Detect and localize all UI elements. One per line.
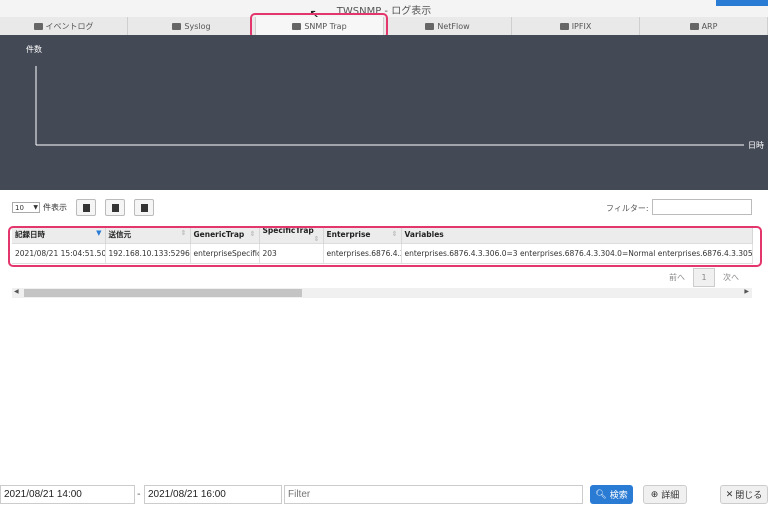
excel-export-button[interactable] (134, 199, 154, 216)
close-label: 閉じる (735, 491, 763, 501)
scrollbar-thumb[interactable] (24, 289, 302, 297)
tab-ipfix[interactable]: IPFIX (512, 17, 640, 35)
scroll-right-icon[interactable]: ▶ (744, 288, 749, 295)
csv-file-icon (111, 203, 119, 212)
table-filter-input[interactable] (652, 199, 752, 215)
table-toolbar: 10 ▼ 件表示 (12, 199, 154, 216)
copy-icon (82, 203, 90, 212)
window-control-button[interactable] (716, 0, 768, 6)
zoom-icon: ⊕ (650, 489, 659, 500)
filter-label: フィルター: (606, 204, 649, 213)
chart-axes (35, 66, 744, 146)
tab-label: イベントログ (45, 21, 94, 31)
database-icon (172, 22, 182, 30)
bottom-bar: - 🔍︎ 検索 ⊕ 詳細 ✕ 閉じる (0, 482, 768, 507)
table-icon (33, 22, 43, 30)
start-time-field[interactable] (0, 485, 135, 504)
sitemap-icon (425, 22, 435, 30)
sitemap-icon (689, 22, 699, 30)
sitemap-icon (559, 22, 569, 30)
page-size-value: 10 (15, 203, 24, 212)
search-icon: 🔍︎ (595, 489, 607, 500)
page-number-button[interactable]: 1 (693, 268, 715, 287)
table-highlight-annotation (8, 226, 762, 267)
trap-count-chart: 件数 日時 (0, 35, 768, 190)
range-dash: - (137, 489, 141, 500)
tab-label: NetFlow (437, 21, 470, 31)
filter-field[interactable] (284, 485, 583, 504)
tab-netflow[interactable]: NetFlow (384, 17, 512, 35)
scroll-left-icon[interactable]: ◀ (14, 288, 19, 295)
detail-button[interactable]: ⊕ 詳細 (643, 485, 687, 504)
tab-label: Syslog (184, 21, 211, 31)
page-size-select[interactable]: 10 ▼ (12, 202, 40, 213)
close-icon: ✕ (725, 489, 734, 500)
pagination: 前へ 1 次へ (669, 268, 739, 287)
horizontal-scrollbar[interactable]: ◀ ▶ (12, 288, 752, 298)
search-label: 検索 (609, 491, 628, 501)
chart-x-label: 日時 (748, 141, 764, 150)
tab-label: IPFIX (571, 21, 592, 31)
copy-button[interactable] (76, 199, 96, 216)
caret-down-icon: ▼ (33, 204, 38, 211)
page-size-suffix: 件表示 (43, 203, 67, 212)
tab-label: ARP (701, 21, 718, 31)
prev-page-button[interactable]: 前へ (669, 272, 685, 283)
end-time-field[interactable] (144, 485, 282, 504)
detail-label: 詳細 (661, 491, 680, 501)
tab-eventlog[interactable]: イベントログ (0, 17, 128, 35)
tab-syslog[interactable]: Syslog (128, 17, 256, 35)
tab-arp[interactable]: ARP (640, 17, 768, 35)
search-button[interactable]: 🔍︎ 検索 (590, 485, 633, 504)
excel-file-icon (140, 203, 148, 212)
csv-export-button[interactable] (105, 199, 125, 216)
close-button[interactable]: ✕ 閉じる (720, 485, 768, 504)
next-page-button[interactable]: 次へ (723, 272, 739, 283)
